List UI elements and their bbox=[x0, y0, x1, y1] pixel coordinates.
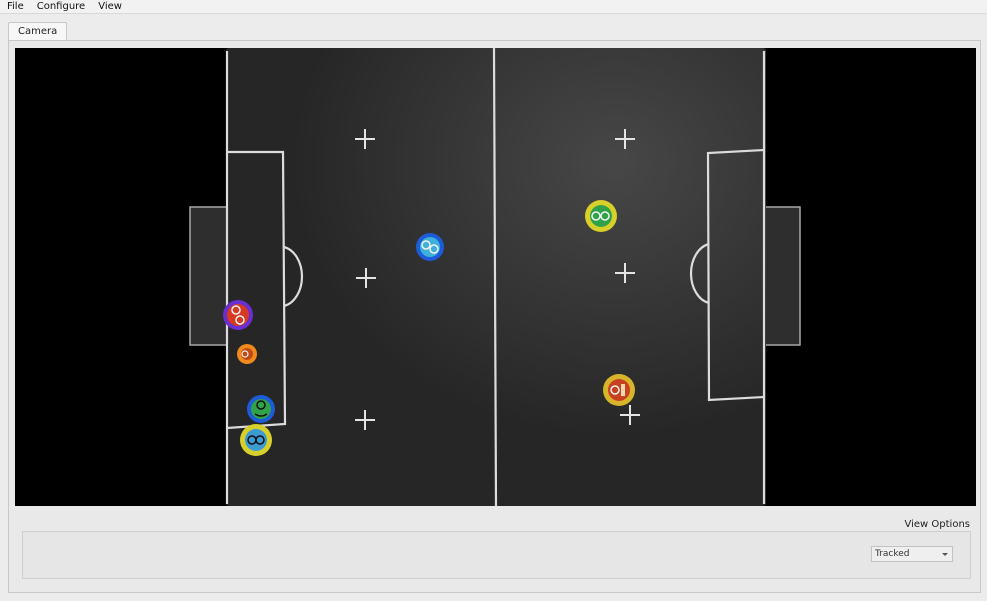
ball bbox=[237, 344, 257, 364]
chevron-down-icon bbox=[942, 553, 948, 556]
view-options-label: View Options bbox=[904, 519, 971, 530]
robot-yellow-left-bottom bbox=[240, 424, 272, 456]
left-goal bbox=[189, 206, 229, 346]
field-image bbox=[189, 48, 801, 506]
view-mode-select[interactable]: Tracked bbox=[871, 546, 953, 562]
robot-yellow-right-top bbox=[585, 200, 617, 232]
view-mode-value: Tracked bbox=[875, 549, 910, 559]
menu-view[interactable]: View bbox=[91, 1, 128, 13]
menu-configure[interactable]: Configure bbox=[30, 1, 91, 13]
tab-camera[interactable]: Camera bbox=[8, 22, 68, 41]
robot-blue-left-bottom bbox=[247, 395, 275, 423]
camera-view[interactable] bbox=[15, 48, 976, 506]
view-options-group bbox=[22, 531, 971, 579]
robot-yellow-right-bottom bbox=[603, 374, 635, 406]
menu-bar: File Configure View bbox=[0, 0, 987, 14]
robot-red-left-goal bbox=[223, 300, 253, 330]
menu-file[interactable]: File bbox=[0, 1, 30, 13]
tab-bar: Camera bbox=[8, 22, 68, 41]
robot-blue-center bbox=[416, 233, 444, 261]
